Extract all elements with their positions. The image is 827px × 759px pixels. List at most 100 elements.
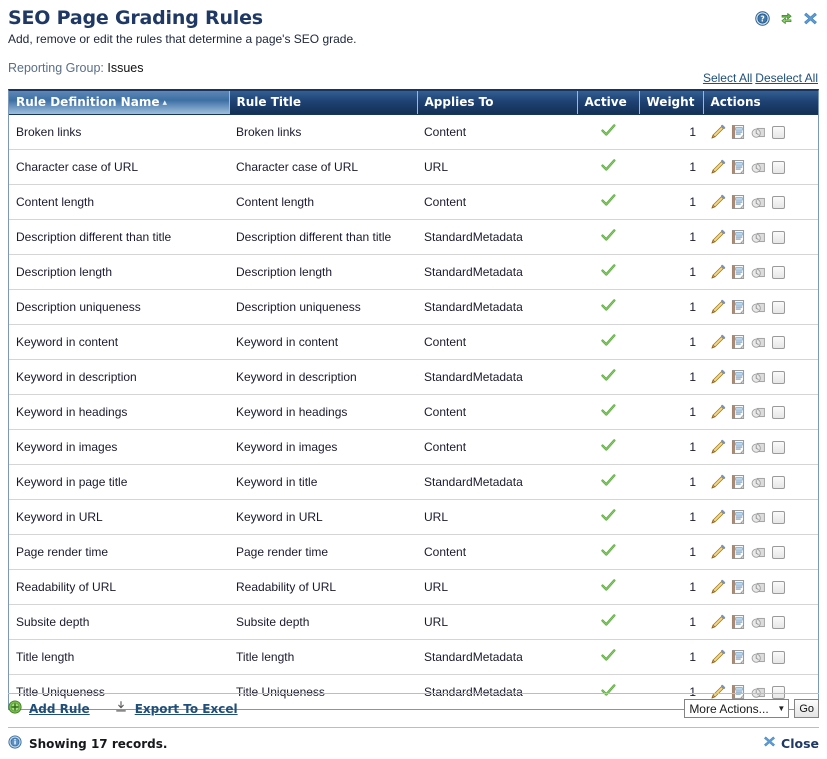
- row-select-checkbox[interactable]: [772, 545, 785, 559]
- active-check-icon: [600, 614, 616, 627]
- table-row[interactable]: Description different than title Descript…: [9, 219, 818, 255]
- rule-details-icon[interactable]: [730, 159, 746, 175]
- edit-pencil-icon[interactable]: [710, 264, 726, 280]
- refresh-icon[interactable]: [779, 11, 794, 26]
- export-excel-icon[interactable]: [114, 700, 128, 717]
- add-rule-icon[interactable]: [8, 700, 22, 717]
- rule-details-icon[interactable]: [730, 579, 746, 595]
- row-select-checkbox[interactable]: [772, 370, 785, 384]
- rule-details-icon[interactable]: [730, 369, 746, 385]
- rule-details-icon[interactable]: [730, 509, 746, 525]
- rule-details-icon[interactable]: [730, 229, 746, 245]
- edit-pencil-icon[interactable]: [710, 544, 726, 560]
- add-rule-link[interactable]: Add Rule: [29, 702, 90, 716]
- column-header-actions: Actions: [703, 91, 818, 115]
- row-select-checkbox[interactable]: [772, 125, 785, 139]
- edit-pencil-icon[interactable]: [710, 369, 726, 385]
- row-select-checkbox[interactable]: [772, 335, 785, 349]
- row-select-checkbox[interactable]: [772, 300, 785, 314]
- close-window-icon[interactable]: [803, 11, 818, 26]
- copy-rule-icon: [750, 474, 766, 490]
- edit-pencil-icon[interactable]: [710, 649, 726, 665]
- sort-asc-caret-icon: ▴: [162, 98, 167, 108]
- copy-rule-icon: [750, 194, 766, 210]
- more-actions-select[interactable]: More Actions... ▼: [684, 699, 790, 718]
- row-select-checkbox[interactable]: [772, 580, 785, 594]
- cell-applies-to: StandardMetadata: [417, 219, 577, 255]
- rule-details-icon[interactable]: [730, 649, 746, 665]
- cell-active: [577, 254, 639, 290]
- column-header-rule-title[interactable]: Rule Title: [229, 91, 418, 115]
- edit-pencil-icon[interactable]: [710, 439, 726, 455]
- table-row[interactable]: Broken links Broken links Content 1: [9, 114, 818, 150]
- rule-details-icon[interactable]: [730, 474, 746, 490]
- edit-pencil-icon[interactable]: [710, 509, 726, 525]
- edit-pencil-icon[interactable]: [710, 194, 726, 210]
- rule-details-icon[interactable]: [730, 614, 746, 630]
- column-header-applies-to[interactable]: Applies To: [417, 91, 578, 115]
- table-row[interactable]: Page render time Page render time Content 1: [9, 534, 818, 570]
- edit-pencil-icon[interactable]: [710, 159, 726, 175]
- table-row[interactable]: Keyword in page title Keyword in title Sta…: [9, 464, 818, 500]
- column-header-active[interactable]: Active: [577, 91, 640, 115]
- select-all-link[interactable]: Select All: [703, 71, 752, 85]
- row-select-checkbox[interactable]: [772, 475, 785, 489]
- row-select-checkbox[interactable]: [772, 510, 785, 524]
- row-select-checkbox[interactable]: [772, 650, 785, 664]
- more-actions-selected-value: More Actions...: [689, 701, 769, 716]
- row-select-checkbox[interactable]: [772, 160, 785, 174]
- close-action[interactable]: Close: [763, 735, 819, 751]
- go-button[interactable]: Go: [794, 699, 819, 718]
- help-icon[interactable]: ?: [755, 11, 770, 26]
- row-select-checkbox[interactable]: [772, 685, 785, 699]
- table-row[interactable]: Keyword in content Keyword in content Cont…: [9, 324, 818, 360]
- edit-pencil-icon[interactable]: [710, 684, 726, 700]
- edit-pencil-icon[interactable]: [710, 614, 726, 630]
- rule-details-icon[interactable]: [730, 404, 746, 420]
- table-row[interactable]: Keyword in description Keyword in descrip…: [9, 359, 818, 395]
- rule-details-icon[interactable]: [730, 684, 746, 700]
- row-select-checkbox[interactable]: [772, 265, 785, 279]
- rule-details-icon[interactable]: [730, 194, 746, 210]
- row-select-checkbox[interactable]: [772, 230, 785, 244]
- edit-pencil-icon[interactable]: [710, 579, 726, 595]
- rule-details-icon[interactable]: [730, 264, 746, 280]
- close-icon[interactable]: [763, 735, 776, 751]
- table-row[interactable]: Title length Title length StandardMetadata…: [9, 639, 818, 675]
- table-row[interactable]: Character case of URL Character case of U…: [9, 149, 818, 185]
- row-action-group: [710, 579, 811, 595]
- table-row[interactable]: Content length Content length Content 1: [9, 184, 818, 220]
- edit-pencil-icon[interactable]: [710, 474, 726, 490]
- deselect-all-link[interactable]: Deselect All: [755, 71, 818, 85]
- row-select-checkbox[interactable]: [772, 405, 785, 419]
- table-row[interactable]: Keyword in images Keyword in images Conten…: [9, 429, 818, 465]
- rule-details-icon[interactable]: [730, 334, 746, 350]
- edit-pencil-icon[interactable]: [710, 299, 726, 315]
- table-row[interactable]: Keyword in headings Keyword in headings Co…: [9, 394, 818, 430]
- table-row[interactable]: Readability of URL Readability of URL URL 1: [9, 569, 818, 605]
- table-row[interactable]: Keyword in URL Keyword in URL URL 1: [9, 499, 818, 535]
- rule-details-icon[interactable]: [730, 439, 746, 455]
- row-select-checkbox[interactable]: [772, 615, 785, 629]
- edit-pencil-icon[interactable]: [710, 334, 726, 350]
- table-row[interactable]: Subsite depth Subsite depth URL 1: [9, 604, 818, 640]
- rule-details-icon[interactable]: [730, 124, 746, 140]
- rule-details-icon[interactable]: [730, 544, 746, 560]
- column-header-weight[interactable]: Weight: [639, 91, 704, 115]
- edit-pencil-icon[interactable]: [710, 124, 726, 140]
- row-select-checkbox[interactable]: [772, 195, 785, 209]
- cell-applies-to: URL: [417, 499, 577, 535]
- edit-pencil-icon[interactable]: [710, 404, 726, 420]
- column-header-rule-definition-name[interactable]: Rule Definition Name ▴: [9, 91, 230, 115]
- table-row[interactable]: Description length Description length Stan…: [9, 254, 818, 290]
- cell-rule-definition-name: Keyword in content: [9, 324, 229, 360]
- close-label[interactable]: Close: [781, 736, 819, 751]
- svg-text:?: ?: [760, 15, 764, 24]
- rule-details-icon[interactable]: [730, 299, 746, 315]
- export-to-excel-link[interactable]: Export To Excel: [135, 702, 238, 716]
- cell-rule-definition-name: Character case of URL: [9, 149, 229, 185]
- row-select-checkbox[interactable]: [772, 440, 785, 454]
- copy-rule-icon: [750, 579, 766, 595]
- edit-pencil-icon[interactable]: [710, 229, 726, 245]
- table-row[interactable]: Description uniqueness Description unique…: [9, 289, 818, 325]
